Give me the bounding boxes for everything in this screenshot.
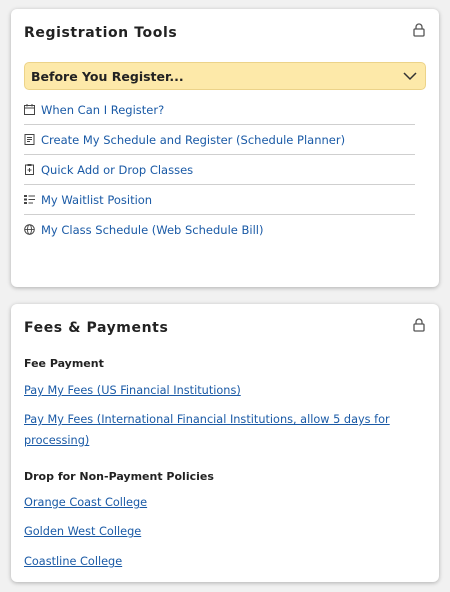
golden-west-college-link[interactable]: Golden West College: [24, 521, 394, 542]
pay-fees-us-link[interactable]: Pay My Fees (US Financial Institutions): [24, 380, 394, 401]
chevron-down-icon: [403, 72, 417, 81]
tool-item-when-can-i-register[interactable]: When Can I Register?: [24, 95, 415, 125]
tool-item-label: Create My Schedule and Register (Schedul…: [41, 133, 346, 147]
tool-item-waitlist[interactable]: My Waitlist Position: [24, 185, 415, 215]
pay-fees-international-link[interactable]: Pay My Fees (International Financial Ins…: [24, 409, 394, 451]
tool-item-label: My Class Schedule (Web Schedule Bill): [41, 223, 264, 237]
tool-item-label: My Waitlist Position: [41, 193, 153, 207]
lock-icon: [413, 23, 425, 37]
coastline-college-link[interactable]: Coastline College: [24, 551, 394, 572]
drop-policies-heading: Drop for Non-Payment Policies: [24, 470, 214, 483]
tool-item-label: When Can I Register?: [41, 103, 165, 117]
tool-item-class-schedule[interactable]: My Class Schedule (Web Schedule Bill): [24, 215, 415, 245]
before-you-register-accordion[interactable]: Before You Register...: [24, 62, 426, 90]
registration-tools-title: Registration Tools: [24, 25, 178, 41]
schedule-icon: [24, 134, 35, 145]
globe-icon: [24, 224, 35, 235]
list-icon: [24, 195, 35, 204]
tool-item-quick-add-drop[interactable]: Quick Add or Drop Classes: [24, 155, 415, 185]
registration-tools-card: Registration Tools Before You Register..…: [11, 9, 439, 287]
tool-item-label: Quick Add or Drop Classes: [41, 163, 194, 177]
lock-icon: [413, 318, 425, 332]
fees-payments-card: Fees & Payments Fee Payment Pay My Fees …: [11, 304, 439, 582]
clipboard-icon: [25, 164, 34, 175]
calendar-icon: [24, 104, 35, 115]
fee-payment-heading: Fee Payment: [24, 357, 104, 370]
orange-coast-college-link[interactable]: Orange Coast College: [24, 492, 394, 513]
fees-payments-title: Fees & Payments: [24, 320, 169, 336]
tool-item-create-schedule[interactable]: Create My Schedule and Register (Schedul…: [24, 125, 415, 155]
accordion-label: Before You Register...: [31, 69, 184, 84]
